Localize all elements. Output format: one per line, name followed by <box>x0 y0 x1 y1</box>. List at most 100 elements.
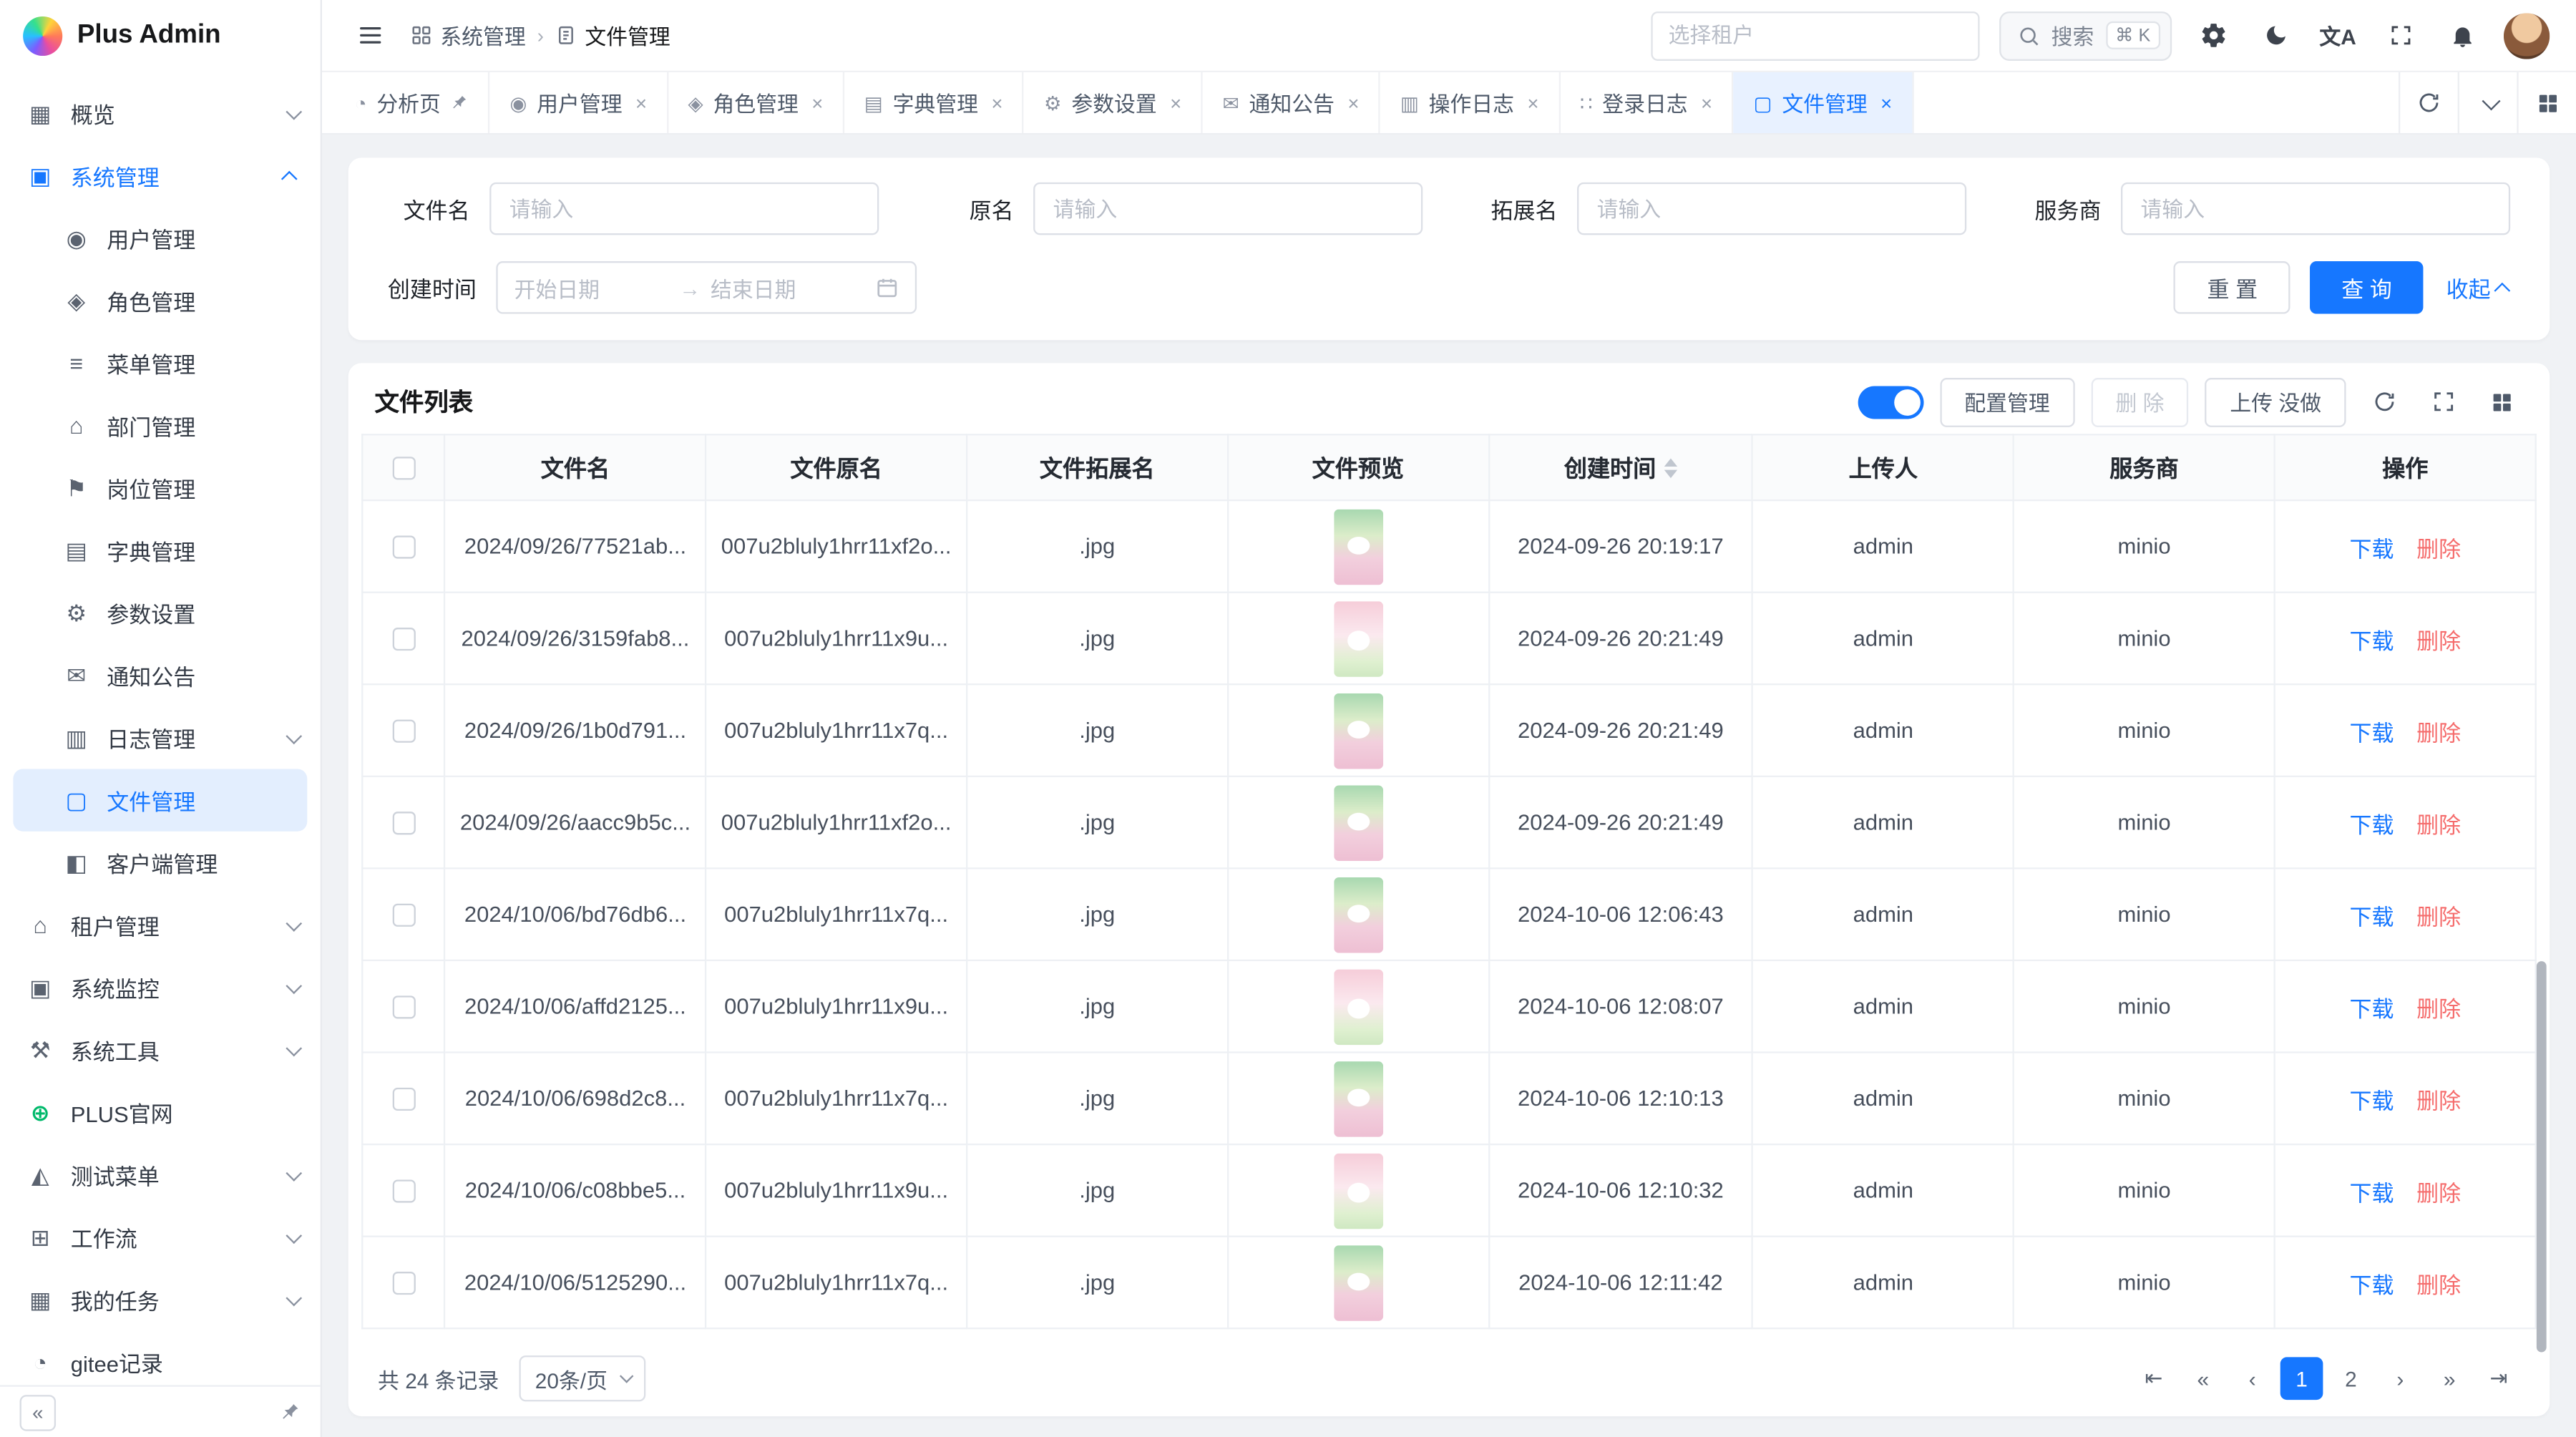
sidebar-item-role-mgmt[interactable]: ◈ 角色管理 <box>0 270 321 332</box>
download-link[interactable]: 下载 <box>2349 996 2394 1020</box>
row-checkbox[interactable] <box>392 718 415 741</box>
delete-link[interactable]: 删除 <box>2416 905 2461 929</box>
tab-notice[interactable]: ✉ 通知公告 <box>1203 72 1380 133</box>
filter-field-input[interactable] <box>1033 182 1423 235</box>
delete-link[interactable]: 删除 <box>2416 1272 2461 1297</box>
sidebar-item-system-tools[interactable]: ⚒ 系统工具 <box>0 1018 321 1081</box>
file-preview-thumb[interactable] <box>1333 784 1382 860</box>
sidebar-item-param-settings[interactable]: ⚙ 参数设置 <box>0 582 321 644</box>
filter-field-input[interactable] <box>1577 182 1966 235</box>
language-toggle[interactable]: 文A <box>2316 14 2359 57</box>
pager-next[interactable]: › <box>2379 1357 2421 1400</box>
tabbar-dropdown-button[interactable] <box>2458 72 2517 133</box>
pager-page[interactable]: 2 <box>2330 1357 2373 1400</box>
tab-user-mgmt[interactable]: ◉ 用户管理 <box>490 72 668 133</box>
tenant-select[interactable] <box>1650 11 1979 60</box>
sidebar-item-client-mgmt[interactable]: ◧ 客户端管理 <box>0 832 321 894</box>
sidebar-item-system-monitor[interactable]: ▣ 系统监控 <box>0 956 321 1018</box>
sidebar-item-log-mgmt[interactable]: ▥ 日志管理 <box>0 706 321 769</box>
table-refresh-button[interactable] <box>2363 381 2406 424</box>
row-checkbox[interactable] <box>392 1271 415 1294</box>
sidebar-item-menu-mgmt[interactable]: ≡ 菜单管理 <box>0 332 321 394</box>
pager-prev-group[interactable]: « <box>2182 1357 2225 1400</box>
delete-link[interactable]: 删除 <box>2416 1088 2461 1113</box>
pager-page[interactable]: 1 <box>2280 1357 2323 1400</box>
sidebar-item-test-menu[interactable]: ◭ 测试菜单 <box>0 1144 321 1206</box>
tab-close-icon[interactable] <box>1880 93 1892 113</box>
tab-login-log[interactable]: ∷ 登录日志 <box>1560 72 1734 133</box>
download-link[interactable]: 下载 <box>2349 721 2394 745</box>
upload-button[interactable]: 上传 没做 <box>2205 377 2346 427</box>
hamburger-menu-button[interactable] <box>348 14 391 57</box>
breadcrumb-parent[interactable]: 系统管理 <box>411 20 526 52</box>
tab-close-icon[interactable] <box>811 93 823 113</box>
download-link[interactable]: 下载 <box>2349 1181 2394 1205</box>
sidebar-item-workflow[interactable]: ⊞ 工作流 <box>0 1206 321 1268</box>
filter-field-input[interactable] <box>2121 182 2510 235</box>
tab-close-icon[interactable] <box>635 93 647 113</box>
sidebar-item-user-mgmt[interactable]: ◉ 用户管理 <box>0 207 321 269</box>
dark-mode-toggle[interactable] <box>2254 14 2297 57</box>
tab-param-settings[interactable]: ⚙ 参数设置 <box>1024 72 1203 133</box>
date-end-placeholder[interactable]: 结束日期 <box>711 272 866 303</box>
pager-first[interactable]: ⇤ <box>2132 1357 2175 1400</box>
date-start-placeholder[interactable]: 开始日期 <box>514 272 670 303</box>
pager-next-group[interactable]: » <box>2428 1357 2471 1400</box>
fullscreen-button[interactable] <box>2379 14 2421 57</box>
file-preview-thumb[interactable] <box>1333 1244 1382 1320</box>
row-checkbox[interactable] <box>392 627 415 650</box>
select-all-checkbox[interactable] <box>392 456 415 479</box>
app-logo[interactable]: Plus Admin <box>0 0 321 72</box>
file-preview-thumb[interactable] <box>1333 877 1382 953</box>
delete-link[interactable]: 删除 <box>2416 537 2461 561</box>
pager-last[interactable]: ⇥ <box>2477 1357 2520 1400</box>
delete-link[interactable]: 删除 <box>2416 996 2461 1020</box>
download-link[interactable]: 下载 <box>2349 628 2394 653</box>
sidebar-pin-icon[interactable] <box>279 1401 301 1423</box>
sidebar-item-file-mgmt[interactable]: ▢ 文件管理 <box>13 769 307 831</box>
delete-link[interactable]: 删除 <box>2416 628 2461 653</box>
settings-button[interactable] <box>2192 14 2235 57</box>
notifications-button[interactable] <box>2441 14 2484 57</box>
sidebar-item-system-mgmt[interactable]: ▣ 系统管理 <box>0 145 321 207</box>
file-preview-thumb[interactable] <box>1333 693 1382 769</box>
download-link[interactable]: 下载 <box>2349 1088 2394 1113</box>
tab-role-mgmt[interactable]: ◈ 角色管理 <box>668 72 844 133</box>
column-settings-button[interactable] <box>2481 381 2524 424</box>
tab-file-mgmt[interactable]: ▢ 文件管理 <box>1734 72 1913 133</box>
tabbar-refresh-button[interactable] <box>2399 72 2458 133</box>
sidebar-item-my-tasks[interactable]: ▦ 我的任务 <box>0 1268 321 1330</box>
tab-close-icon[interactable] <box>1701 93 1712 113</box>
pager-prev[interactable]: ‹ <box>2231 1357 2274 1400</box>
sort-icons[interactable] <box>1664 457 1677 477</box>
config-manage-button[interactable]: 配置管理 <box>1940 377 2074 427</box>
tab-analysis[interactable]: ◔ 分析页 <box>335 72 489 133</box>
sidebar-item-tenant-mgmt[interactable]: ⌂ 租户管理 <box>0 894 321 956</box>
row-checkbox[interactable] <box>392 1179 415 1202</box>
tabbar-layout-button[interactable] <box>2517 72 2576 133</box>
table-fullscreen-button[interactable] <box>2421 381 2464 424</box>
file-preview-thumb[interactable] <box>1333 1153 1382 1229</box>
delete-link[interactable]: 删除 <box>2416 721 2461 745</box>
search-button[interactable]: 查 询 <box>2311 261 2424 313</box>
file-preview-thumb[interactable] <box>1333 1061 1382 1136</box>
sidebar-item-dept-mgmt[interactable]: ⌂ 部门管理 <box>0 394 321 457</box>
tab-close-icon[interactable] <box>1527 93 1538 113</box>
tab-close-icon[interactable] <box>1170 93 1181 113</box>
row-checkbox[interactable] <box>392 903 415 926</box>
sidebar-item-plus-website[interactable]: ⊕ PLUS官网 <box>0 1081 321 1144</box>
download-link[interactable]: 下载 <box>2349 905 2394 929</box>
batch-delete-button[interactable]: 删 除 <box>2091 377 2189 427</box>
file-preview-thumb[interactable] <box>1333 968 1382 1044</box>
sidebar-item-gitee-log[interactable]: ◔ gitee记录 <box>0 1331 321 1385</box>
row-checkbox[interactable] <box>392 995 415 1018</box>
sidebar-item-overview[interactable]: ▦ 概览 <box>0 82 321 145</box>
global-search[interactable]: 搜索 ⌘ K <box>1999 11 2172 60</box>
delete-link[interactable]: 删除 <box>2416 1181 2461 1205</box>
sidebar-item-dict-mgmt[interactable]: ▤ 字典管理 <box>0 520 321 582</box>
file-preview-thumb[interactable] <box>1333 600 1382 676</box>
sidebar-item-post-mgmt[interactable]: ⚑ 岗位管理 <box>0 457 321 519</box>
page-size-select[interactable]: 20条/页 <box>519 1355 645 1401</box>
table-scrollbar[interactable] <box>2537 961 2547 1352</box>
row-checkbox[interactable] <box>392 811 415 834</box>
